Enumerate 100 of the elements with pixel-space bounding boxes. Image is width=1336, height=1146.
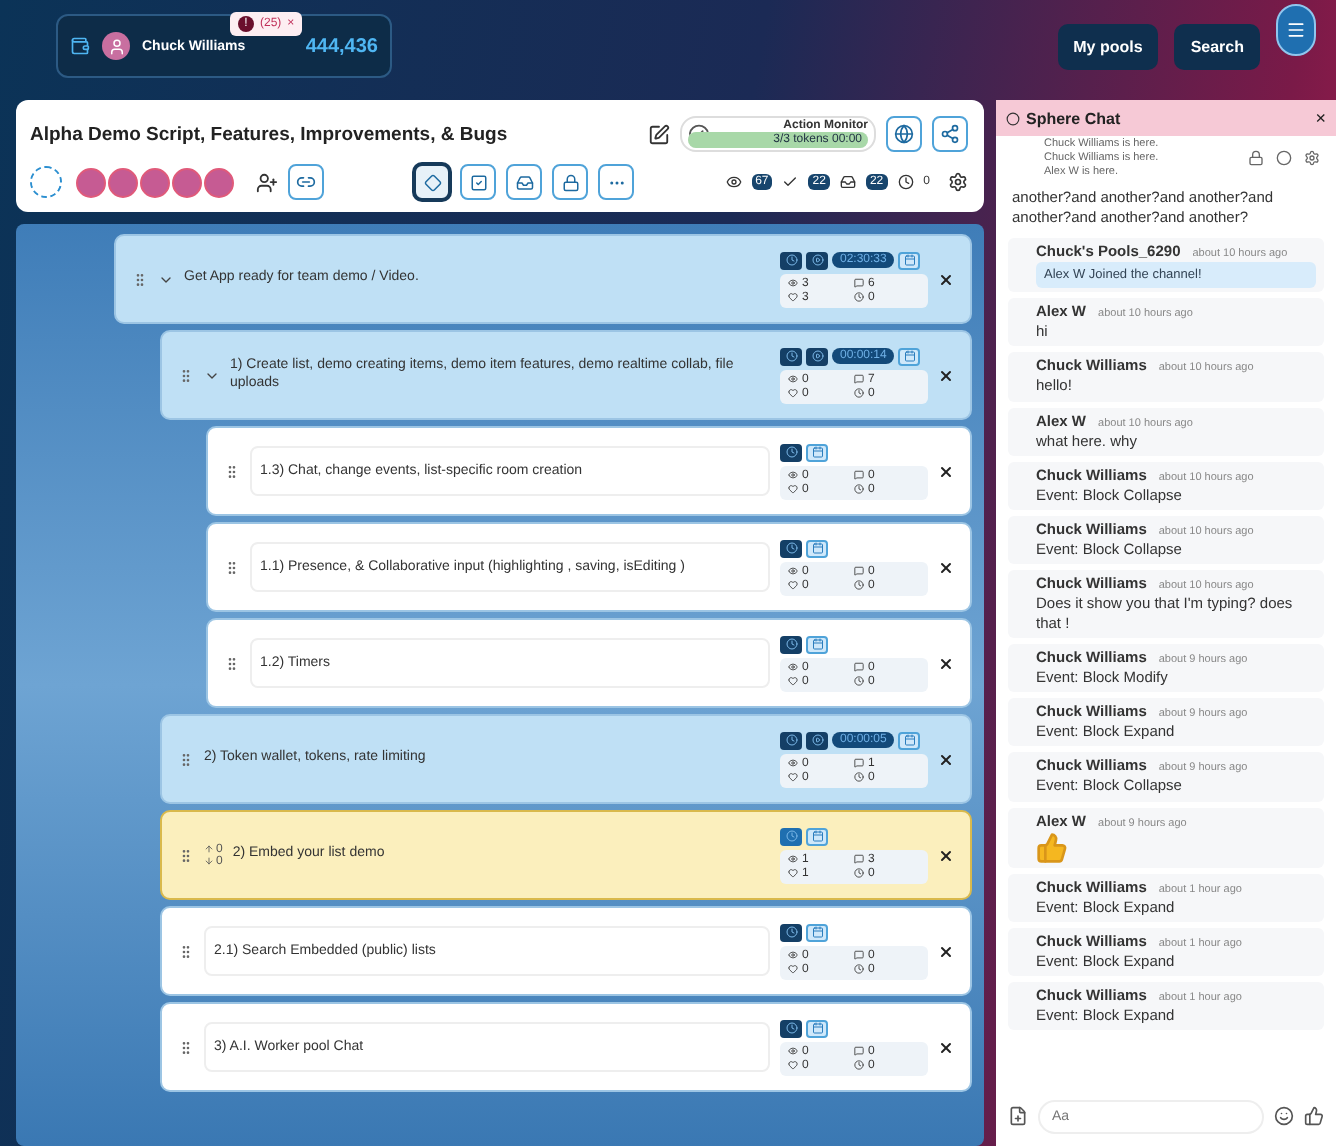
avatar xyxy=(76,167,106,197)
calendar-icon xyxy=(811,830,823,842)
calendar-button[interactable] xyxy=(806,827,828,845)
edit-icon[interactable] xyxy=(648,123,670,145)
share-icon xyxy=(940,124,960,144)
calendar-icon xyxy=(811,638,823,650)
clock-icon xyxy=(785,254,797,266)
emoji-icon[interactable] xyxy=(1274,1106,1294,1126)
link-button[interactable] xyxy=(288,164,324,200)
circle-icon[interactable] xyxy=(1276,150,1292,166)
token-balance: 444,436 xyxy=(305,35,378,57)
drag-handle-icon[interactable] xyxy=(224,559,240,575)
close-icon[interactable] xyxy=(938,847,954,863)
clock-button[interactable] xyxy=(780,443,802,461)
lock-icon xyxy=(561,173,580,191)
view-button[interactable] xyxy=(506,164,543,200)
avatar xyxy=(204,167,234,197)
calendar-icon xyxy=(811,926,823,938)
thumbs-up-icon xyxy=(1036,831,1068,863)
inbox-icon xyxy=(515,173,534,191)
avatar xyxy=(140,167,170,197)
calendar-button[interactable] xyxy=(806,923,828,941)
wallet-icon[interactable] xyxy=(70,36,90,56)
clock-icon xyxy=(785,446,797,458)
attach-file-icon[interactable] xyxy=(1008,1106,1028,1126)
calendar-icon xyxy=(811,446,823,458)
calendar-button[interactable] xyxy=(806,1019,828,1037)
calendar-button[interactable] xyxy=(898,251,921,269)
clock-button[interactable] xyxy=(780,923,802,941)
clock-button[interactable] xyxy=(780,1019,802,1037)
checkbox-icon xyxy=(469,173,488,191)
calendar-button[interactable] xyxy=(806,635,828,653)
menu-icon xyxy=(1286,20,1306,40)
calendar-button[interactable] xyxy=(806,443,828,461)
clock-button[interactable] xyxy=(780,251,802,269)
clock-button[interactable] xyxy=(780,731,802,749)
play-button[interactable] xyxy=(806,347,828,365)
eye-icon xyxy=(725,174,742,190)
avatar xyxy=(172,167,202,197)
play-button[interactable] xyxy=(806,731,828,749)
view-button[interactable] xyxy=(460,164,497,200)
clock-icon xyxy=(785,638,797,650)
drag-handle-icon[interactable] xyxy=(178,943,194,959)
calendar-button[interactable] xyxy=(898,347,921,365)
calendar-icon xyxy=(903,734,916,746)
add-avatar-placeholder[interactable] xyxy=(30,166,62,198)
settings-icon[interactable] xyxy=(1304,150,1320,166)
add-user-icon[interactable] xyxy=(256,171,278,193)
avatar xyxy=(102,32,130,60)
drag-handle-icon[interactable] xyxy=(178,1039,194,1055)
drag-handle-icon[interactable] xyxy=(178,751,194,767)
close-icon[interactable] xyxy=(938,367,954,383)
clock-icon xyxy=(785,926,797,938)
close-icon[interactable] xyxy=(938,655,954,671)
close-icon[interactable] xyxy=(938,559,954,575)
clock-button[interactable] xyxy=(780,827,802,845)
link-icon xyxy=(296,172,316,192)
calendar-button[interactable] xyxy=(806,539,828,557)
play-icon xyxy=(811,350,823,362)
clock-icon xyxy=(897,174,914,190)
menu-button[interactable] xyxy=(1276,4,1316,56)
drag-handle-icon[interactable] xyxy=(178,847,194,863)
view-button[interactable] xyxy=(414,164,451,200)
drag-handle-icon[interactable] xyxy=(178,367,194,383)
clock-button[interactable] xyxy=(780,539,802,557)
drag-handle-icon[interactable] xyxy=(224,655,240,671)
play-icon xyxy=(811,254,823,266)
clock-icon xyxy=(785,734,797,746)
clock-icon xyxy=(785,1022,797,1034)
close-icon[interactable] xyxy=(938,271,954,287)
view-button[interactable] xyxy=(552,164,589,200)
globe-button[interactable] xyxy=(886,116,922,152)
close-icon[interactable] xyxy=(938,463,954,479)
check-icon xyxy=(782,174,799,190)
close-icon[interactable] xyxy=(938,943,954,959)
nav-button[interactable]: Search xyxy=(1174,23,1260,69)
inbox-icon xyxy=(839,174,856,190)
avatar xyxy=(108,167,138,197)
drag-handle-icon[interactable] xyxy=(132,271,148,287)
calendar-button[interactable] xyxy=(898,731,921,749)
close-icon[interactable] xyxy=(938,751,954,767)
share-button[interactable] xyxy=(932,116,968,152)
list-title: Alpha Demo Script, Features, Improvements, & Bugs xyxy=(30,123,510,145)
globe-icon xyxy=(894,124,914,144)
play-button[interactable] xyxy=(806,251,828,269)
like-icon[interactable] xyxy=(1304,1106,1324,1126)
clock-icon xyxy=(785,542,797,554)
calendar-icon xyxy=(903,254,916,266)
clock-button[interactable] xyxy=(780,347,802,365)
settings-icon[interactable] xyxy=(948,172,968,192)
close-button[interactable]: × xyxy=(1315,108,1326,128)
status-icon xyxy=(1006,111,1020,125)
clock-icon xyxy=(785,830,797,842)
clock-button[interactable] xyxy=(780,635,802,653)
nav-button[interactable]: My pools xyxy=(1057,23,1159,69)
lock-icon[interactable] xyxy=(1248,150,1264,166)
diamond-icon xyxy=(423,173,442,191)
chat-title: Sphere Chat xyxy=(1026,109,1123,127)
close-icon[interactable] xyxy=(938,1039,954,1055)
drag-handle-icon[interactable] xyxy=(224,463,240,479)
